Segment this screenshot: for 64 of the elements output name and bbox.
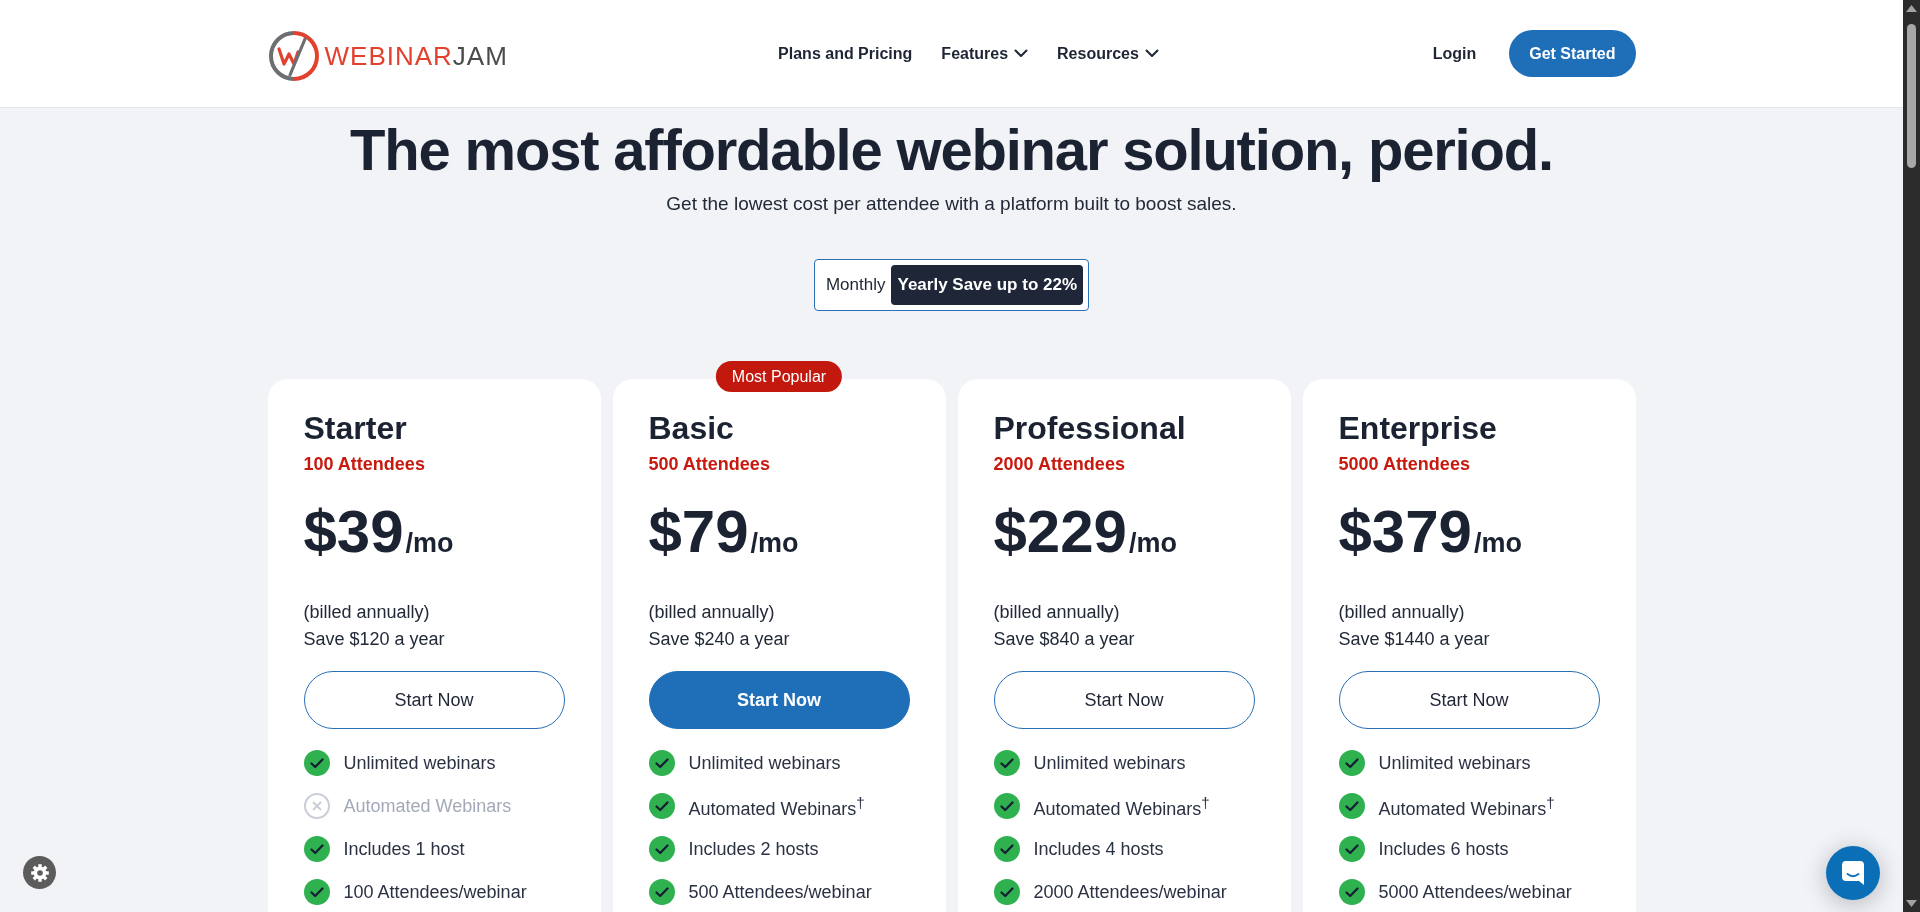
feature-text: Includes 6 hosts — [1378, 837, 1509, 861]
nav-link[interactable]: Plans and Pricing — [778, 42, 913, 65]
billing-note: (billed annually) — [993, 601, 1121, 624]
login-link[interactable]: Login — [1432, 42, 1477, 65]
feature-text: 100 Attendees/webinar — [343, 880, 527, 904]
price-amount: $39 — [303, 497, 404, 567]
billing-option-selected[interactable]: Yearly Save up to 22% — [891, 265, 1084, 305]
logo-icon[interactable] — [267, 29, 320, 82]
feature-text: Includes 1 host — [343, 837, 465, 861]
start-now-button[interactable]: Start Now — [303, 671, 565, 729]
price-amount: $79 — [648, 497, 749, 567]
get-started-button[interactable]: Get Started — [1509, 30, 1636, 77]
logo-wordmark[interactable]: WEBINARJAM — [324, 40, 508, 71]
feature-text: 500 Attendees/webinar — [688, 880, 872, 904]
savings-note: Save $120 a year — [303, 628, 446, 651]
feature-text: Unlimited webinars — [343, 751, 496, 775]
price-period: /mo — [405, 527, 454, 559]
feature-text: 2000 Attendees/webinar — [1033, 880, 1227, 904]
plan-name: Starter — [303, 409, 408, 447]
price-period: /mo — [1129, 527, 1177, 559]
plan-attendees: 500 Attendees — [648, 453, 771, 476]
feature-text: Automated Webinars — [343, 794, 512, 818]
feature-text: Unlimited webinars — [1033, 751, 1186, 775]
scroll-up-icon[interactable] — [1906, 5, 1917, 12]
plan-attendees: 5000 Attendees — [1338, 453, 1471, 476]
feature-text: Automated Webinars$^{†}$ — [1378, 792, 1555, 821]
billing-option[interactable]: Monthly — [819, 265, 892, 305]
feature-text: 5000 Attendees/webinar — [1378, 880, 1572, 904]
nav-dropdown[interactable]: Resources — [1057, 42, 1159, 65]
feature-text: Automated Webinars$^{†}$ — [1033, 792, 1210, 821]
price-period: /mo — [1474, 527, 1522, 559]
price-amount: $379 — [1338, 497, 1472, 567]
scrollbar[interactable] — [1903, 0, 1920, 912]
chevron-down-icon — [1014, 49, 1029, 58]
start-now-button[interactable]: Start Now — [1338, 671, 1600, 729]
popular-badge: Most Popular — [715, 361, 843, 392]
scroll-down-icon[interactable] — [1906, 900, 1917, 907]
feature-text: Unlimited webinars — [1378, 751, 1531, 775]
chat-bubble-icon — [1842, 861, 1864, 885]
plan-attendees: 100 Attendees — [303, 453, 426, 476]
feature-text: Unlimited webinars — [688, 751, 841, 775]
price-amount: $229 — [993, 497, 1127, 567]
start-now-button[interactable]: Start Now — [993, 671, 1255, 729]
settings-icon — [29, 862, 50, 883]
billing-note: (billed annually) — [648, 601, 776, 624]
plan-name: Enterprise — [1338, 409, 1498, 447]
plan-attendees: 2000 Attendees — [993, 453, 1126, 476]
feature-text: Includes 4 hosts — [1033, 837, 1164, 861]
plan-name: Professional — [993, 409, 1187, 447]
price-period: /mo — [750, 527, 799, 559]
savings-note: Save $240 a year — [648, 628, 791, 651]
billing-note: (billed annually) — [1338, 601, 1466, 624]
page-title: The most affordable webinar solution, period. — [349, 116, 1554, 183]
plan-name: Basic — [648, 409, 735, 447]
savings-note: Save $840 a year — [993, 628, 1136, 651]
chevron-down-icon — [1144, 49, 1159, 58]
billing-note: (billed annually) — [303, 601, 431, 624]
scrollbar-thumb[interactable] — [1907, 24, 1916, 168]
page-subtitle: Get the lowest cost per attendee with a platform built to boost sales. — [665, 192, 1238, 216]
feature-text: Automated Webinars$^{†}$ — [688, 792, 865, 821]
nav-dropdown[interactable]: Features — [941, 42, 1029, 65]
feature-text: Includes 2 hosts — [688, 837, 819, 861]
savings-note: Save $1440 a year — [1338, 628, 1491, 651]
start-now-button[interactable]: Start Now — [648, 671, 910, 729]
